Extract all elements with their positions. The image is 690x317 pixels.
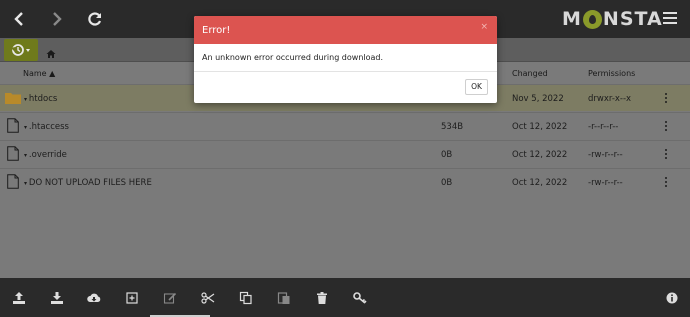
logo-o-icon [582, 9, 602, 29]
history-icon [10, 42, 32, 62]
row-permissions: -r--r--r-- [588, 122, 619, 132]
folder-icon [5, 92, 21, 107]
cloud-download-icon[interactable] [87, 290, 101, 304]
refresh-icon[interactable] [85, 9, 105, 29]
column-changed[interactable]: Changed [512, 69, 548, 78]
key-icon[interactable] [353, 290, 367, 304]
cut-icon[interactable] [201, 290, 215, 304]
column-permissions[interactable]: Permissions [588, 69, 635, 78]
row-name-text: DO NOT UPLOAD FILES HERE [28, 178, 152, 188]
copy-icon[interactable] [239, 290, 253, 305]
row-menu-icon[interactable] [665, 177, 669, 189]
dialog-header: Error! × [194, 16, 497, 44]
file-icon [7, 118, 19, 136]
menu-icon[interactable] [663, 12, 677, 27]
logo-text-left: M [562, 8, 582, 30]
back-icon[interactable] [10, 9, 30, 29]
row-changed: Oct 12, 2022 [512, 150, 568, 160]
row-name[interactable]: ▾ htdocs [24, 94, 57, 104]
table-row[interactable]: ▾ .htaccess 534B Oct 12, 2022 -r--r--r-- [0, 112, 690, 139]
logo-text-right: NSTA [602, 8, 663, 30]
row-name[interactable]: ▾ DO NOT UPLOAD FILES HERE [24, 178, 152, 188]
row-name[interactable]: ▾ .override [24, 150, 67, 160]
row-size: 0B [441, 150, 453, 160]
upload-icon[interactable] [12, 290, 26, 304]
row-permissions: -rw-r--r-- [588, 150, 623, 160]
row-changed: Oct 12, 2022 [512, 122, 568, 132]
close-icon[interactable]: × [480, 22, 488, 32]
dialog-title: Error! [202, 25, 231, 36]
error-dialog: Error! × An unknown error occurred durin… [194, 16, 497, 103]
row-changed: Nov 5, 2022 [512, 94, 564, 104]
table-row[interactable]: ▾ DO NOT UPLOAD FILES HERE 0B Oct 12, 20… [0, 168, 690, 195]
row-name-text: htdocs [28, 94, 58, 104]
ok-button[interactable]: OK [465, 79, 488, 95]
row-menu-icon[interactable] [665, 93, 669, 105]
dialog-message: An unknown error occurred during downloa… [194, 44, 497, 72]
bottom-toolbar [0, 278, 690, 317]
column-name[interactable]: Name ▲ [23, 69, 55, 78]
home-icon[interactable] [46, 44, 56, 63]
row-name[interactable]: ▾ .htaccess [24, 122, 69, 132]
file-icon [7, 174, 19, 192]
history-button[interactable] [4, 39, 38, 61]
row-permissions: drwxr-x--x [588, 94, 632, 104]
file-icon [7, 146, 19, 164]
row-menu-icon[interactable] [665, 149, 669, 161]
row-menu-icon[interactable] [665, 121, 669, 133]
row-name-text: .htaccess [28, 122, 69, 132]
forward-icon[interactable] [46, 9, 66, 29]
row-permissions: -rw-r--r-- [588, 178, 623, 188]
download-icon[interactable] [50, 290, 64, 304]
table-row[interactable]: ▾ .override 0B Oct 12, 2022 -rw-r--r-- [0, 140, 690, 167]
edit-icon[interactable] [163, 290, 177, 304]
row-size: 0B [441, 178, 453, 188]
info-icon[interactable] [665, 290, 679, 304]
row-size: 534B [441, 122, 464, 132]
new-item-icon[interactable] [125, 290, 139, 304]
row-changed: Oct 12, 2022 [512, 178, 568, 188]
row-name-text: .override [28, 150, 67, 160]
monsta-logo: M NSTA [562, 6, 663, 32]
trash-icon[interactable] [315, 290, 329, 304]
paste-icon[interactable] [277, 290, 291, 304]
